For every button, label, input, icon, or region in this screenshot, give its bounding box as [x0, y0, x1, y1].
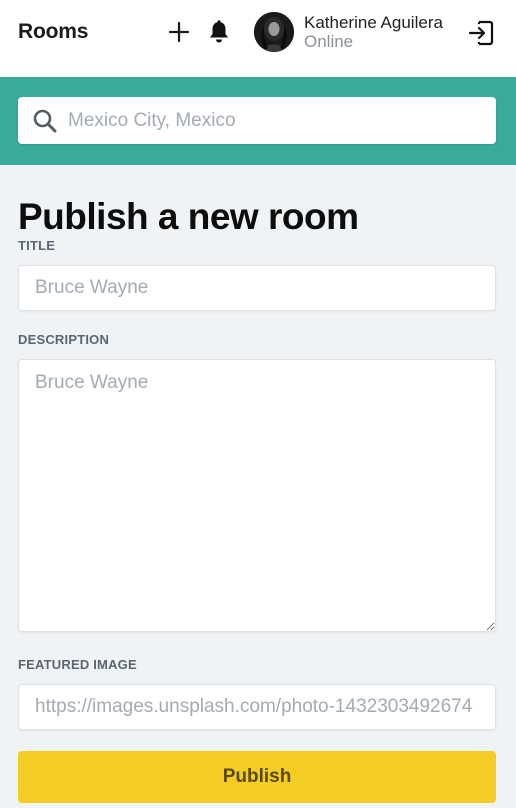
description-label: DESCRIPTION: [18, 332, 110, 347]
description-textarea[interactable]: [18, 359, 496, 632]
search-box: [18, 97, 496, 144]
avatar[interactable]: [254, 12, 294, 52]
page-title: Publish a new room: [18, 196, 359, 237]
brand-title[interactable]: Rooms: [18, 20, 88, 44]
logout-icon[interactable]: [466, 18, 496, 48]
publish-button[interactable]: Publish: [18, 751, 496, 803]
user-status: Online: [304, 32, 354, 51]
app-header: Rooms Katherine Aguilera Online: [0, 0, 516, 77]
search-icon: [32, 108, 58, 134]
search-band: [0, 77, 516, 165]
featured-image-input[interactable]: [18, 684, 496, 730]
featured-image-label: FEATURED IMAGE: [18, 657, 137, 672]
search-input[interactable]: [68, 97, 488, 144]
title-label: TITLE: [18, 238, 56, 253]
user-name: Katherine Aguilera: [304, 13, 443, 32]
plus-icon[interactable]: [165, 18, 193, 46]
bell-icon[interactable]: [205, 18, 233, 46]
title-input[interactable]: [18, 265, 496, 311]
